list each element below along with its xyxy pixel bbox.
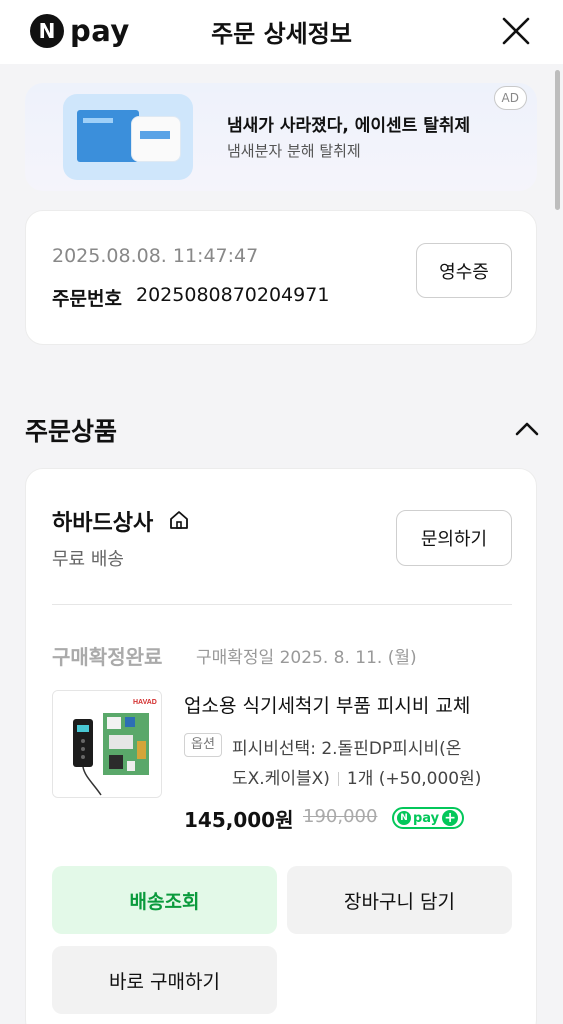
- shipping-fee: 무료 배송: [52, 549, 124, 570]
- seller-name[interactable]: 하바드상사: [52, 505, 153, 537]
- product-image-brand: HAVAD: [133, 699, 157, 706]
- chevron-up-icon[interactable]: [514, 418, 540, 440]
- npay-n-icon: N: [397, 811, 411, 825]
- order-item-card: 하바드상사 무료 배송 문의하기 구매확정완료 구매확정일 2025. 8. 1…: [25, 468, 537, 1024]
- order-number: 2025080870204971: [136, 284, 330, 306]
- order-number-label: 주문번호: [52, 288, 122, 310]
- plus-icon: +: [442, 810, 459, 826]
- inquiry-button[interactable]: 문의하기: [396, 510, 512, 566]
- ad-banner[interactable]: 냄새가 사라졌다, 에이센트 탈취제 냄새분자 분해 탈취제 AD: [25, 83, 537, 191]
- buy-now-button[interactable]: 바로 구매하기: [52, 946, 277, 1014]
- app-header: N pay 주문 상세정보: [0, 0, 563, 64]
- ad-subtitle: 냄새분자 분해 탈취제: [227, 142, 361, 160]
- close-icon: [502, 17, 530, 45]
- divider: [52, 604, 512, 605]
- option-separator: [337, 772, 339, 786]
- receipt-button[interactable]: 영수증: [416, 243, 512, 298]
- ad-product-jar: [131, 116, 181, 162]
- product-image[interactable]: HAVAD: [52, 690, 162, 798]
- order-datetime: 2025.08.08. 11:47:47: [52, 245, 259, 267]
- page-title: 주문 상세정보: [211, 20, 352, 48]
- home-icon[interactable]: [168, 509, 190, 531]
- npay-plus-badge: N pay +: [392, 807, 465, 829]
- option-text-tail: 도X.케이블X): [232, 769, 330, 789]
- ad-badge[interactable]: AD: [493, 86, 527, 110]
- order-status: 구매확정완료: [52, 645, 163, 669]
- product-price: 145,000원: [184, 808, 294, 832]
- product-name[interactable]: 업소용 식기세척기 부품 피시비 교체: [184, 691, 514, 718]
- ad-product-box: [77, 110, 139, 162]
- option-quantity: 1개 (+50,000원): [346, 769, 482, 789]
- close-button[interactable]: [501, 16, 531, 46]
- scrollbar[interactable]: [555, 70, 560, 210]
- ad-product-image: [63, 94, 193, 180]
- option-text: 피시비선택: 2.돌핀DP피시비(온: [232, 739, 462, 759]
- add-to-cart-button[interactable]: 장바구니 담기: [287, 866, 512, 934]
- npay-plus-label: pay: [413, 810, 440, 826]
- option-text-continued: 도X.케이블X) 1개 (+50,000원): [232, 764, 481, 789]
- section-title-order-items: 주문상품: [25, 417, 118, 446]
- option-badge: 옵션: [184, 733, 222, 757]
- original-price: 190,000: [303, 806, 378, 827]
- ad-title: 냄새가 사라졌다, 에이센트 탈취제: [227, 116, 471, 136]
- order-info-card: 2025.08.08. 11:47:47 주문번호 20250808702049…: [25, 210, 537, 345]
- purchase-confirm-date: 구매확정일 2025. 8. 11. (월): [196, 648, 417, 668]
- track-delivery-button[interactable]: 배송조회: [52, 866, 277, 934]
- pcb-image: HAVAD: [53, 691, 161, 797]
